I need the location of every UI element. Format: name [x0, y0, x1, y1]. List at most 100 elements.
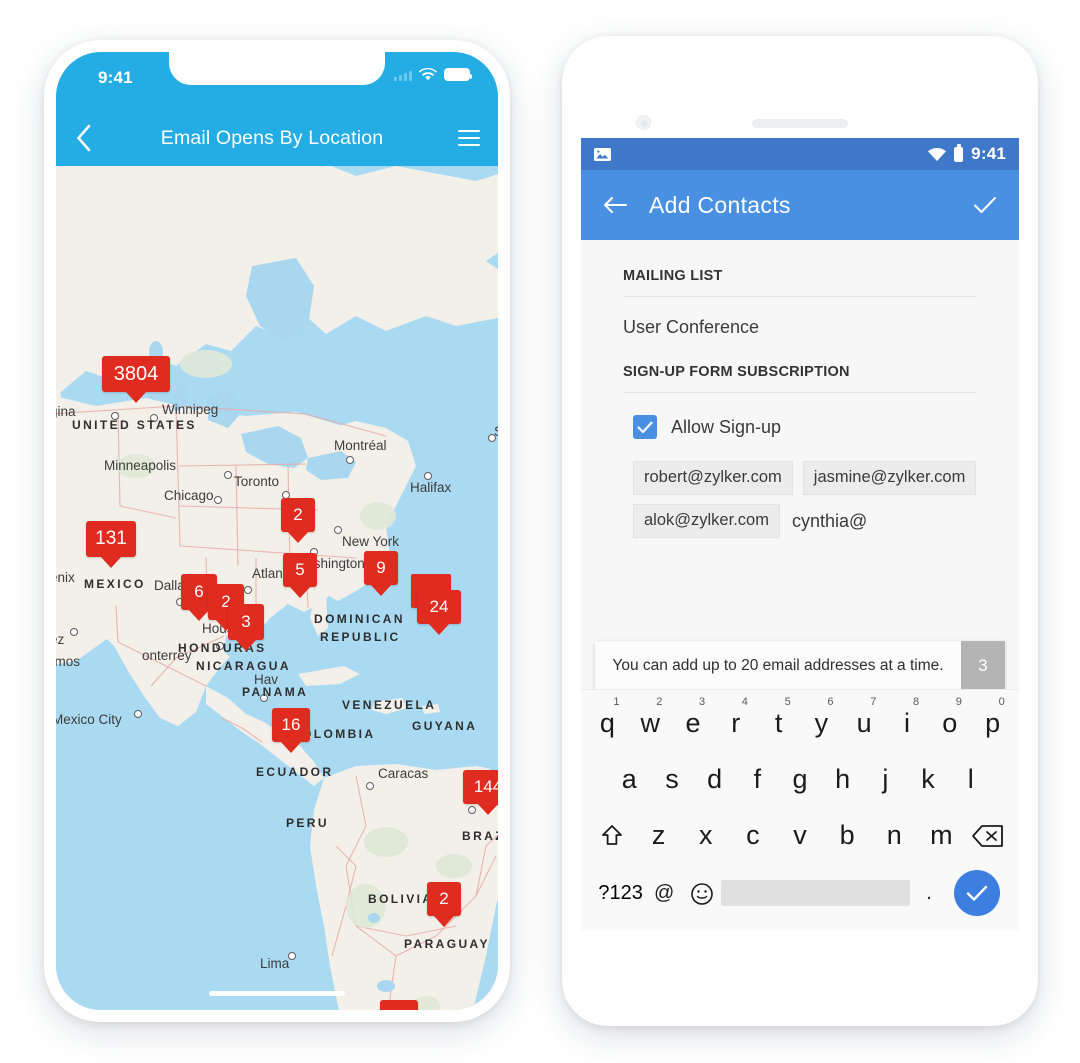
email-chip-list-row2[interactable]: alok@zylker.com cynthia@: [581, 495, 1019, 538]
shift-icon[interactable]: [588, 814, 635, 856]
map-pin-marker[interactable]: 3804: [102, 356, 170, 392]
map-pin-marker[interactable]: 5: [283, 553, 317, 587]
key-k[interactable]: k: [907, 758, 950, 800]
key-w[interactable]: 2w: [629, 697, 672, 744]
key-q[interactable]: 1q: [586, 697, 629, 744]
battery-icon: [444, 68, 472, 81]
map-pin-value: 5: [295, 560, 305, 579]
page-title: Email Opens By Location: [160, 126, 384, 149]
key-label: i: [903, 708, 910, 738]
key-v[interactable]: v: [776, 814, 823, 856]
key-num-7: 7: [870, 696, 877, 708]
key-z[interactable]: z: [635, 814, 682, 856]
email-chip-list[interactable]: robert@zylker.com jasmine@zylker.com: [581, 443, 1019, 495]
map-city-dot: [260, 694, 268, 702]
map-pin-value: 3: [241, 612, 251, 631]
map-city-dot: [424, 472, 432, 480]
email-chip[interactable]: alok@zylker.com: [633, 504, 780, 538]
map-pin-marker[interactable]: 2: [281, 498, 315, 532]
key-num-4: 4: [741, 696, 748, 708]
key-u[interactable]: 7u: [843, 697, 886, 744]
key-period[interactable]: .: [910, 872, 948, 914]
map-pin-marker[interactable]: 131: [86, 521, 136, 557]
back-chevron-left-icon[interactable]: [56, 110, 112, 166]
map-city-dot: [111, 412, 119, 420]
check-icon[interactable]: [973, 195, 997, 215]
key-num-9: 9: [955, 696, 962, 708]
key-num-2: 2: [656, 696, 663, 708]
map-pin-marker[interactable]: 24: [417, 590, 461, 624]
toast-count-badge: 3: [961, 641, 1005, 691]
map-pin-marker[interactable]: 13: [380, 1000, 418, 1010]
map-pin-marker[interactable]: 2: [427, 882, 461, 916]
key-t[interactable]: 5t: [757, 697, 800, 744]
key-h[interactable]: h: [821, 758, 864, 800]
emoji-smiley-icon[interactable]: [683, 872, 721, 914]
key-num-8: 8: [912, 696, 920, 708]
front-camera-icon: [636, 115, 651, 130]
key-num-0: 0: [998, 696, 1005, 708]
key-r[interactable]: 4r: [714, 697, 757, 744]
map-pin-marker[interactable]: 16: [272, 708, 310, 742]
key-l[interactable]: l: [949, 758, 992, 800]
key-m[interactable]: m: [918, 814, 965, 856]
map-city-dot: [334, 526, 342, 534]
key-y[interactable]: 6y: [800, 697, 843, 744]
map-pin-value: 13: [390, 1007, 409, 1010]
key-i[interactable]: 8i: [886, 697, 929, 744]
key-c[interactable]: c: [729, 814, 776, 856]
map-pin-value: 16: [281, 715, 301, 734]
key-j[interactable]: j: [864, 758, 907, 800]
map-pin-value: 6: [194, 582, 204, 601]
map-view[interactable]: Winnipeg gina Minneapolis Toronto Chicag…: [56, 166, 498, 1010]
key-o[interactable]: 9o: [928, 697, 971, 744]
key-b[interactable]: b: [824, 814, 871, 856]
key-x[interactable]: x: [682, 814, 729, 856]
email-chip[interactable]: robert@zylker.com: [633, 461, 793, 495]
ios-status-indicators: [394, 68, 472, 81]
keyboard-row-2: a s d f g h j k l: [586, 758, 1014, 800]
screenshot-canvas: 9:41 Email Opens By Location Winnipeg in…: [0, 0, 1080, 1063]
toast-message: You can add up to 20 email addresses at …: [612, 657, 944, 674]
key-d[interactable]: d: [693, 758, 736, 800]
key-label: o: [942, 708, 958, 738]
arrow-left-icon[interactable]: [603, 195, 627, 215]
key-space[interactable]: [720, 880, 911, 906]
map-city-dot: [134, 710, 142, 718]
email-input-draft[interactable]: cynthia@: [790, 511, 867, 532]
map-city-dot: [216, 642, 224, 650]
key-f[interactable]: f: [736, 758, 779, 800]
key-at[interactable]: @: [645, 872, 683, 914]
email-chip[interactable]: jasmine@zylker.com: [802, 461, 977, 495]
allow-signup-row[interactable]: Allow Sign-up: [581, 393, 1019, 443]
android-status-time: 9:41: [971, 144, 1006, 163]
key-num-6: 6: [827, 696, 834, 708]
key-s[interactable]: s: [651, 758, 694, 800]
key-p[interactable]: 0p: [971, 697, 1014, 744]
android-app-bar: Add Contacts: [581, 170, 1019, 240]
on-screen-keyboard[interactable]: 1q 2w 3e 4r 5t 6y 7u 8i 9o 0p a s d f g: [581, 689, 1019, 930]
map-pin-value: 144: [473, 777, 498, 796]
wifi-icon: [419, 68, 437, 81]
key-n[interactable]: n: [871, 814, 918, 856]
map-pin-value: 9: [376, 558, 386, 577]
backspace-icon[interactable]: [965, 814, 1012, 856]
map-city-dot: [70, 628, 78, 636]
map-pin-value: 24: [429, 597, 449, 616]
map-pin-marker[interactable]: 9: [364, 551, 398, 585]
key-symbols-123[interactable]: ?123: [596, 882, 645, 905]
mailing-list-value[interactable]: User Conference: [581, 297, 1019, 360]
key-a[interactable]: a: [608, 758, 651, 800]
add-contacts-form: MAILING LIST User Conference SIGN-UP FOR…: [581, 240, 1019, 538]
hamburger-menu-icon[interactable]: [440, 110, 498, 166]
image-notification-icon: [594, 147, 611, 161]
key-e[interactable]: 3e: [672, 697, 715, 744]
android-status-indicators: 9:41: [928, 143, 1006, 164]
map-city-dot: [150, 414, 158, 422]
check-enter-icon[interactable]: [953, 870, 1000, 916]
map-pin-marker[interactable]: 3: [228, 604, 264, 640]
map-pin-marker[interactable]: 144: [463, 770, 498, 804]
map-city-dot: [346, 456, 354, 464]
allow-signup-checkbox[interactable]: [633, 415, 657, 439]
key-g[interactable]: g: [779, 758, 822, 800]
